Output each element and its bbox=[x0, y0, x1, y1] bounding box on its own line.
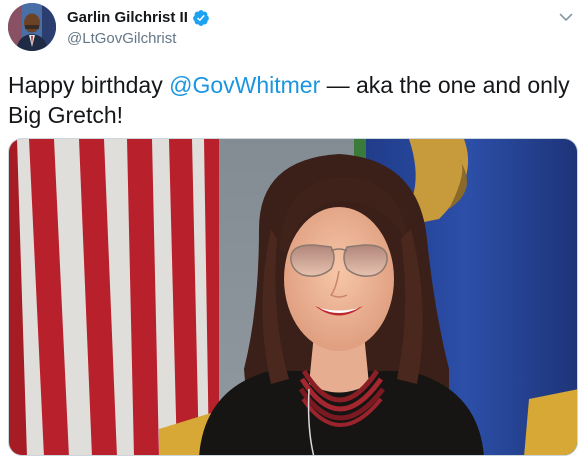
mention-link[interactable]: @GovWhitmer bbox=[169, 72, 320, 98]
author-avatar[interactable] bbox=[8, 3, 56, 51]
author-handle[interactable]: @LtGovGilchrist bbox=[67, 29, 210, 49]
tweet-card[interactable]: Garlin Gilchrist II @LtGovGilchrist Happ… bbox=[0, 0, 587, 462]
tweet-text: Happy birthday @GovWhitmer — aka the one… bbox=[8, 70, 578, 130]
author-display-name[interactable]: Garlin Gilchrist II bbox=[67, 8, 188, 28]
author-name-row: Garlin Gilchrist II bbox=[67, 8, 210, 28]
verified-badge-icon bbox=[192, 9, 210, 27]
author-info: Garlin Gilchrist II @LtGovGilchrist bbox=[67, 8, 210, 49]
avatar-photo bbox=[8, 3, 56, 51]
tweet-photo[interactable] bbox=[8, 138, 578, 456]
tweet-text-prefix: Happy birthday bbox=[8, 72, 170, 98]
chevron-down-icon[interactable] bbox=[558, 9, 574, 25]
photo-image bbox=[9, 139, 577, 455]
